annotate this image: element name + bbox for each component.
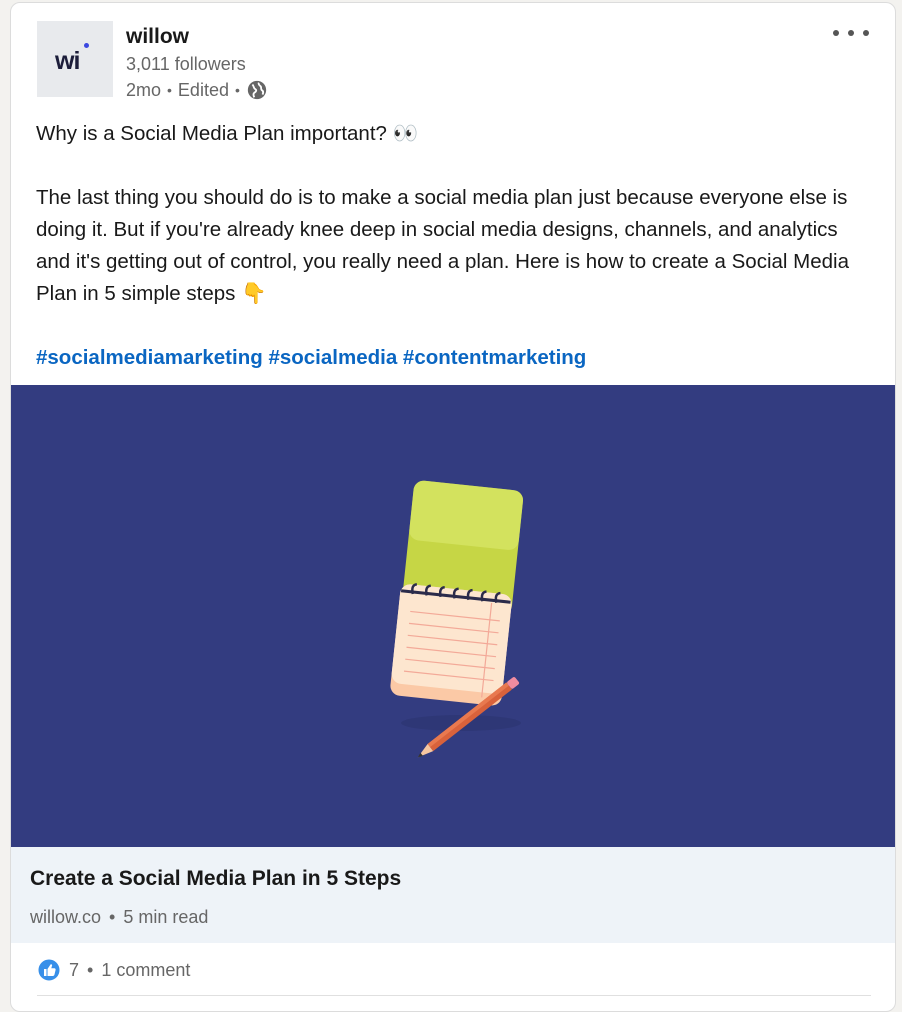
logo-text: wi bbox=[55, 47, 80, 75]
link-preview[interactable]: Create a Social Media Plan in 5 Steps wi… bbox=[11, 847, 895, 943]
hashtag-link[interactable]: #contentmarketing bbox=[403, 346, 586, 369]
divider bbox=[37, 995, 871, 996]
more-dot bbox=[848, 30, 854, 36]
post-body: The last thing you should do is to make … bbox=[36, 186, 849, 305]
link-title[interactable]: Create a Social Media Plan in 5 Steps bbox=[30, 867, 401, 891]
edited-label: Edited bbox=[177, 79, 229, 100]
reaction-count[interactable]: 7 bbox=[69, 960, 79, 981]
hashtag-link[interactable]: #socialmedia bbox=[268, 346, 397, 369]
author-name[interactable]: willow bbox=[126, 25, 189, 49]
read-time: 5 min read bbox=[123, 907, 209, 927]
company-logo[interactable]: wi bbox=[37, 21, 113, 97]
link-separator: • bbox=[109, 907, 116, 927]
post-headline: Why is a Social Media Plan important? 👀 bbox=[36, 122, 419, 145]
meta-separator: • bbox=[167, 82, 172, 98]
globe-icon bbox=[247, 80, 267, 100]
more-dot bbox=[833, 30, 839, 36]
post-text: Why is a Social Media Plan important? 👀 … bbox=[36, 118, 876, 374]
meta-separator: • bbox=[234, 82, 240, 98]
logo-dot bbox=[84, 43, 89, 48]
post-meta: 2mo • Edited • bbox=[126, 79, 268, 101]
notebook-illustration bbox=[390, 480, 524, 758]
post-time: 2mo bbox=[126, 79, 162, 100]
more-dot bbox=[863, 30, 869, 36]
follower-count: 3,011 followers bbox=[126, 54, 246, 74]
post-image[interactable] bbox=[11, 385, 895, 847]
like-icon[interactable] bbox=[37, 958, 61, 982]
comment-count[interactable]: 1 comment bbox=[101, 960, 190, 981]
hashtag-list: #socialmediamarketing #socialmedia #cont… bbox=[36, 342, 876, 374]
link-meta: willow.co • 5 min read bbox=[30, 907, 208, 928]
post-card: wi willow 3,011 followers 2mo • Edited •… bbox=[10, 2, 896, 1012]
count-separator: • bbox=[87, 959, 94, 980]
hashtag-link[interactable]: #socialmediamarketing bbox=[36, 346, 263, 369]
social-counts: 7 • 1 comment bbox=[37, 958, 190, 982]
more-options-button[interactable] bbox=[833, 21, 869, 45]
link-domain: willow.co bbox=[30, 907, 102, 927]
